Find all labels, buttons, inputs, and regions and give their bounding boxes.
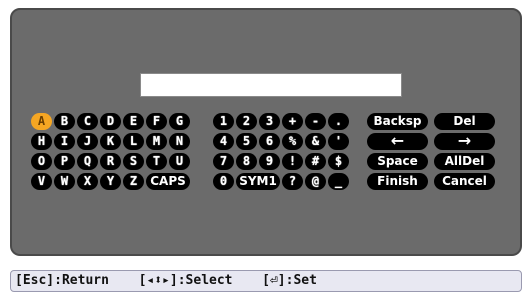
key-6[interactable]: 6	[259, 133, 280, 150]
key-r[interactable]: R	[100, 153, 121, 170]
key-g[interactable]: G	[169, 113, 190, 130]
key-3[interactable]: 3	[259, 113, 280, 130]
key-4[interactable]: 4	[213, 133, 234, 150]
key-i[interactable]: I	[54, 133, 75, 150]
key-f[interactable]: F	[146, 113, 167, 130]
key-v[interactable]: V	[31, 173, 52, 190]
key-9[interactable]: 9	[259, 153, 280, 170]
screen: A B C D E F G 1 2 3 + - . Backsp Del H I…	[0, 0, 532, 300]
key-percent[interactable]: %	[282, 133, 303, 150]
cursor-left-key[interactable]: ←	[367, 133, 428, 150]
key-k[interactable]: K	[100, 133, 121, 150]
key-a[interactable]: A	[31, 113, 52, 130]
key-ampersand[interactable]: &	[305, 133, 326, 150]
key-l[interactable]: L	[123, 133, 144, 150]
key-b[interactable]: B	[54, 113, 75, 130]
key-x[interactable]: X	[77, 173, 98, 190]
all-delete-key[interactable]: AllDel	[434, 153, 495, 170]
key-8[interactable]: 8	[236, 153, 257, 170]
status-bar: [Esc]:Return [◂⬍▸]:Select [⏎]:Set	[10, 270, 522, 292]
right-arrow-icon: →	[457, 131, 472, 150]
space-key[interactable]: Space	[367, 153, 428, 170]
key-p[interactable]: P	[54, 153, 75, 170]
key-s[interactable]: S	[123, 153, 144, 170]
left-arrow-icon: ←	[390, 131, 405, 150]
key-z[interactable]: Z	[123, 173, 144, 190]
key-plus[interactable]: +	[282, 113, 303, 130]
backspace-key[interactable]: Backsp	[367, 113, 428, 130]
finish-key[interactable]: Finish	[367, 173, 428, 190]
key-c[interactable]: C	[77, 113, 98, 130]
keyboard-panel: A B C D E F G 1 2 3 + - . Backsp Del H I…	[10, 8, 522, 256]
key-minus[interactable]: -	[305, 113, 326, 130]
key-5[interactable]: 5	[236, 133, 257, 150]
key-dollar[interactable]: $	[328, 153, 349, 170]
key-underscore[interactable]: _	[328, 173, 349, 190]
key-h[interactable]: H	[31, 133, 52, 150]
key-at[interactable]: @	[305, 173, 326, 190]
key-w[interactable]: W	[54, 173, 75, 190]
key-j[interactable]: J	[77, 133, 98, 150]
onscreen-keyboard: A B C D E F G 1 2 3 + - . Backsp Del H I…	[12, 10, 524, 258]
key-e[interactable]: E	[123, 113, 144, 130]
delete-key[interactable]: Del	[434, 113, 495, 130]
cancel-key[interactable]: Cancel	[434, 173, 495, 190]
key-7[interactable]: 7	[213, 153, 234, 170]
key-question[interactable]: ?	[282, 173, 303, 190]
key-q[interactable]: Q	[77, 153, 98, 170]
sym1-key[interactable]: SYM1	[236, 173, 280, 190]
key-0[interactable]: 0	[213, 173, 234, 190]
caps-key[interactable]: CAPS	[146, 173, 190, 190]
key-2[interactable]: 2	[236, 113, 257, 130]
select-hint: [◂⬍▸]:Select	[138, 273, 233, 288]
set-hint: [⏎]:Set	[262, 273, 317, 288]
key-d[interactable]: D	[100, 113, 121, 130]
key-y[interactable]: Y	[100, 173, 121, 190]
key-exclamation[interactable]: !	[282, 153, 303, 170]
key-m[interactable]: M	[146, 133, 167, 150]
key-1[interactable]: 1	[213, 113, 234, 130]
return-hint: [Esc]:Return	[15, 273, 109, 288]
key-o[interactable]: O	[31, 153, 52, 170]
key-apostrophe[interactable]: '	[328, 133, 349, 150]
key-hash[interactable]: #	[305, 153, 326, 170]
key-n[interactable]: N	[169, 133, 190, 150]
key-u[interactable]: U	[169, 153, 190, 170]
key-period[interactable]: .	[328, 113, 349, 130]
cursor-right-key[interactable]: →	[434, 133, 495, 150]
key-t[interactable]: T	[146, 153, 167, 170]
